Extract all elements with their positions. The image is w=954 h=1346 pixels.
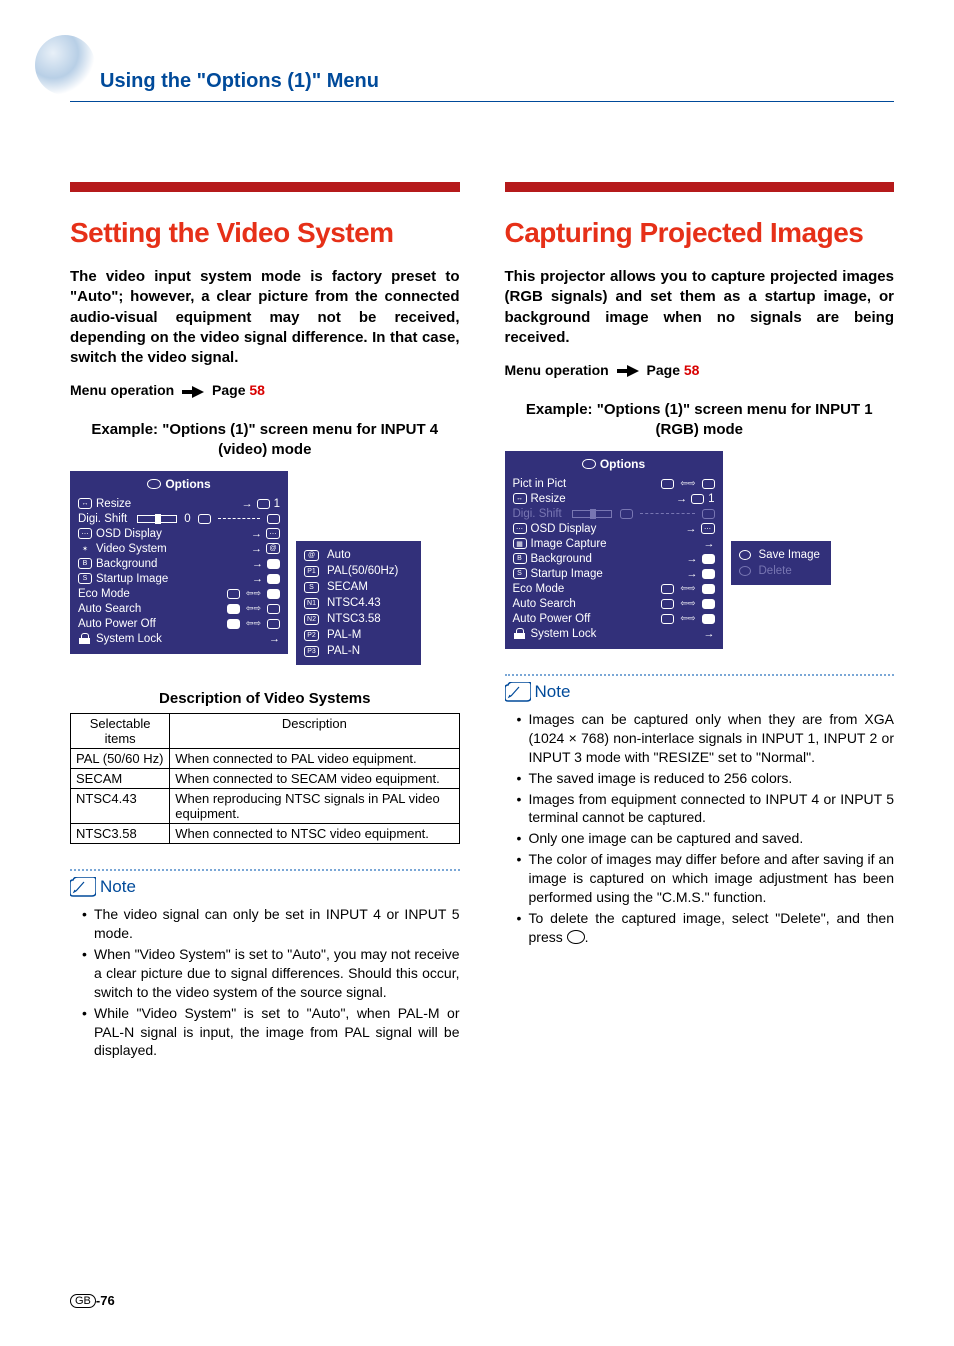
note-item: While "Video System" is set to "Auto", w… <box>84 1004 460 1061</box>
header-rule <box>70 101 894 102</box>
osd-title: Options <box>78 477 280 491</box>
note-label: Note <box>535 682 571 702</box>
note-divider <box>505 674 895 676</box>
note-item: The video signal can only be set in INPU… <box>84 905 460 943</box>
table-row: NTSC4.43When reproducing NTSC signals in… <box>71 789 460 824</box>
example-caption: Example: "Options (1)" screen menu for I… <box>70 420 460 459</box>
arrow-right-icon <box>617 365 639 377</box>
lead-text: The video input system mode is factory p… <box>70 267 460 368</box>
lead-text: This projector allows you to capture pro… <box>505 267 895 348</box>
note-divider <box>70 869 460 871</box>
note-icon <box>505 682 531 702</box>
menu-operation-ref: Menu operation Page 58 <box>70 382 460 398</box>
note-list: The video signal can only be set in INPU… <box>70 905 460 1060</box>
page-footer: GB-76 <box>70 1293 115 1308</box>
page-number: -76 <box>96 1293 115 1308</box>
image-capture-submenu: Save Image Delete <box>731 541 831 585</box>
menu-operation-label: Menu operation <box>505 362 609 378</box>
page-number-ref: 58 <box>249 382 265 398</box>
enter-button-icon <box>567 930 585 944</box>
note-item: Images can be captured only when they ar… <box>519 710 895 767</box>
section-bar <box>505 182 895 192</box>
section-heading-video-system: Setting the Video System <box>70 217 460 249</box>
table-row: SECAMWhen connected to SECAM video equip… <box>71 769 460 789</box>
corner-decoration-icon <box>30 30 100 100</box>
osd-title: Options <box>513 457 715 471</box>
note-label: Note <box>100 877 136 897</box>
note-item: Images from equipment connected to INPUT… <box>519 790 895 828</box>
table-header: Selectable items <box>71 714 170 749</box>
arrow-right-icon <box>182 386 204 398</box>
page-number-ref: 58 <box>684 362 700 378</box>
section-heading-capture: Capturing Projected Images <box>505 217 895 249</box>
table-row: PAL (50/60 Hz)When connected to PAL vide… <box>71 749 460 769</box>
video-system-submenu: @Auto P1PAL(50/60Hz) SSECAM N1NTSC4.43 N… <box>296 541 421 665</box>
note-icon <box>70 877 96 897</box>
lock-icon <box>513 628 527 640</box>
menu-operation-ref: Menu operation Page 58 <box>505 362 895 378</box>
page-title: Using the "Options (1)" Menu <box>100 70 894 93</box>
table-caption: Description of Video Systems <box>70 690 460 707</box>
region-badge: GB <box>70 1294 96 1308</box>
note-item: The color of images may differ before an… <box>519 850 895 907</box>
section-bar <box>70 182 460 192</box>
note-list: Images can be captured only when they ar… <box>505 710 895 947</box>
left-column: Setting the Video System The video input… <box>70 182 460 1062</box>
note-item: The saved image is reduced to 256 colors… <box>519 769 895 788</box>
menu-operation-label: Menu operation <box>70 382 174 398</box>
lock-icon <box>78 633 92 645</box>
osd-panel-input4: Options ↔Resize→1 Digi. Shift0 ⋯OSD Disp… <box>70 471 288 654</box>
note-item: Only one image can be captured and saved… <box>519 829 895 848</box>
right-column: Capturing Projected Images This projecto… <box>505 182 895 1062</box>
video-systems-table: Selectable items Description PAL (50/60 … <box>70 713 460 844</box>
table-row: NTSC3.58When connected to NTSC video equ… <box>71 824 460 844</box>
page-label: Page <box>647 362 680 378</box>
note-item: When "Video System" is set to "Auto", yo… <box>84 945 460 1002</box>
table-header: Description <box>170 714 459 749</box>
example-caption: Example: "Options (1)" screen menu for I… <box>505 400 895 439</box>
note-item: To delete the captured image, select "De… <box>519 909 895 947</box>
osd-panel-input1: Options Pict in Pict⇦⇨ ↔Resize→1 Digi. S… <box>505 451 723 649</box>
page-label: Page <box>212 382 245 398</box>
